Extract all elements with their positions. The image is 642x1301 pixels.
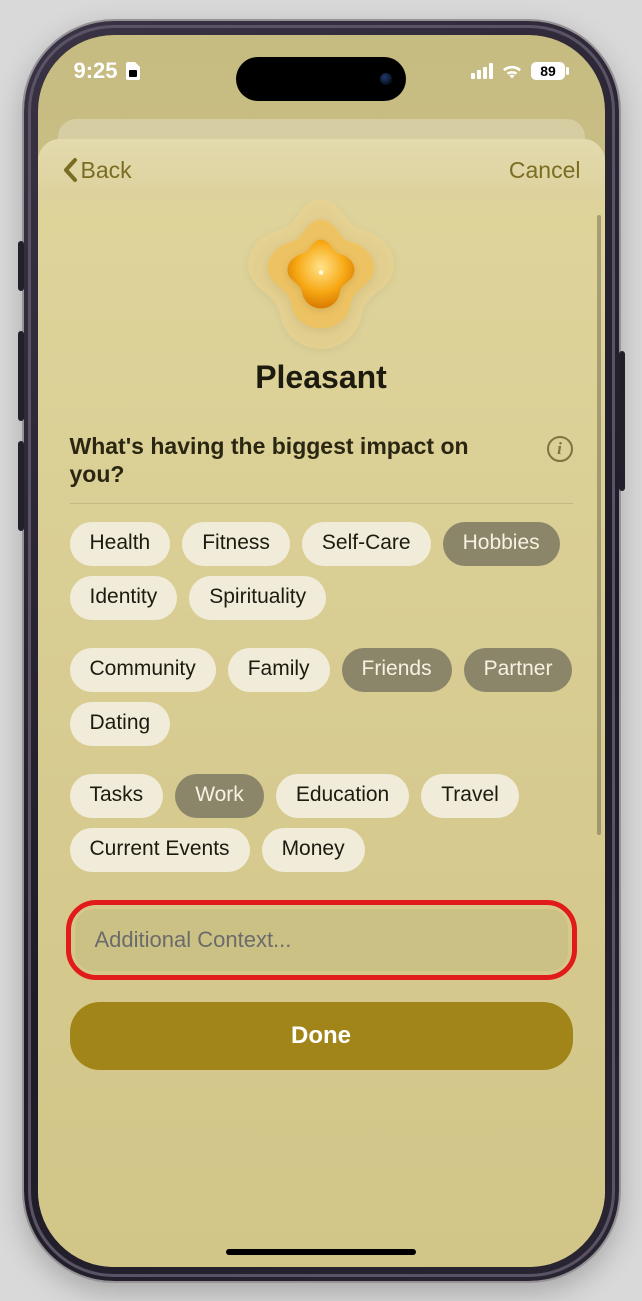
impact-chip[interactable]: Fitness <box>182 522 290 566</box>
chip-group-1: Community Family Friends Partner Dating <box>70 648 573 746</box>
volume-up-button[interactable] <box>18 331 24 421</box>
log-mood-sheet: Back Cancel <box>38 139 605 1267</box>
mood-label: Pleasant <box>70 359 573 396</box>
impact-chip[interactable]: Friends <box>342 648 452 692</box>
impact-chip[interactable]: Work <box>175 774 264 818</box>
impact-chip[interactable]: Travel <box>421 774 519 818</box>
impact-chip[interactable]: Health <box>70 522 171 566</box>
screen: 9:25 89 <box>38 35 605 1267</box>
chip-group-2: TasksWork Education Travel Current Events Mo… <box>70 774 573 872</box>
impact-chip[interactable]: Family <box>228 648 330 692</box>
impact-chip[interactable]: Money <box>262 828 365 872</box>
done-button[interactable]: Done <box>70 1002 573 1070</box>
info-icon[interactable]: i <box>547 436 573 462</box>
impact-chip[interactable]: Current Events <box>70 828 250 872</box>
question-text: What's having the biggest impact on you? <box>70 432 513 490</box>
impact-chip-groups: HealthFitness Self-Care Hobbies IdentitySpi… <box>70 522 573 872</box>
back-label: Back <box>81 157 132 184</box>
impact-chip[interactable]: Community <box>70 648 216 692</box>
battery-percentage: 89 <box>531 62 569 80</box>
home-indicator[interactable] <box>226 1249 416 1255</box>
content-scroll[interactable]: Pleasant What's having the biggest impac… <box>38 199 605 1267</box>
additional-context-annotation <box>66 900 577 980</box>
impact-chip[interactable]: Tasks <box>70 774 164 818</box>
scrollbar-thumb[interactable] <box>597 215 601 835</box>
dynamic-island[interactable] <box>236 57 406 101</box>
mood-flower-icon <box>231 199 411 359</box>
cancel-button[interactable]: Cancel <box>509 157 581 184</box>
cellular-signal-icon <box>471 63 493 79</box>
additional-context-input[interactable] <box>75 909 568 971</box>
question-row: What's having the biggest impact on you?… <box>70 432 573 505</box>
impact-chip[interactable]: Dating <box>70 702 171 746</box>
impact-chip[interactable]: Self-Care <box>302 522 431 566</box>
impact-chip[interactable]: Spirituality <box>189 576 326 620</box>
impact-chip[interactable]: Partner <box>464 648 573 692</box>
status-time: 9:25 <box>74 58 118 84</box>
impact-chip[interactable]: Identity <box>70 576 178 620</box>
chevron-left-icon <box>62 157 79 183</box>
iphone-frame: 9:25 89 <box>24 21 619 1281</box>
chip-group-0: HealthFitness Self-Care Hobbies IdentitySpi… <box>70 522 573 620</box>
side-button[interactable] <box>619 351 625 491</box>
battery-icon: 89 <box>531 62 569 80</box>
back-button[interactable]: Back <box>62 157 132 184</box>
mute-switch[interactable] <box>18 241 24 291</box>
impact-chip[interactable]: Education <box>276 774 409 818</box>
nav-bar: Back Cancel <box>38 139 605 199</box>
impact-chip[interactable]: Hobbies <box>443 522 560 566</box>
volume-down-button[interactable] <box>18 441 24 531</box>
wifi-icon <box>501 63 523 79</box>
sim-card-icon <box>126 62 140 80</box>
